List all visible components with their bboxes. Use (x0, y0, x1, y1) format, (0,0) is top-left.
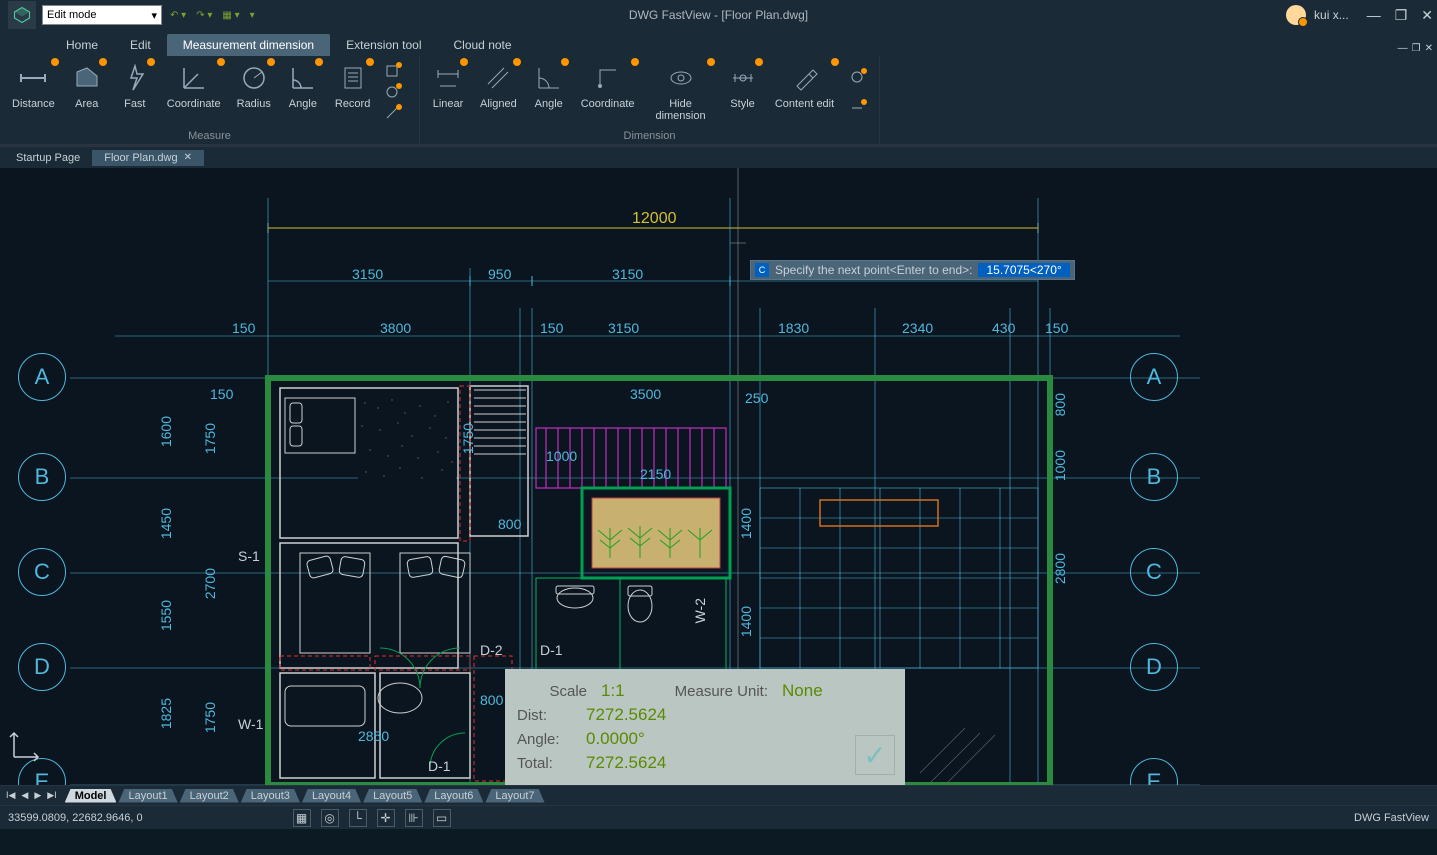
doc-restore-button[interactable]: ❐ (1412, 43, 1421, 54)
status-coordinates: 33599.0809, 22682.9646, 0 (8, 812, 143, 824)
aligned-icon (482, 62, 514, 94)
dim-style-button[interactable]: Style (719, 58, 767, 126)
dim-content-edit-button[interactable]: Content edit (767, 58, 843, 126)
maximize-button[interactable]: ❐ (1395, 7, 1408, 24)
distance-icon (17, 62, 49, 94)
dim-linear-button[interactable]: Linear (424, 58, 472, 126)
status-ortho-toggle[interactable]: └ (349, 809, 367, 827)
measure-distance-button[interactable]: Distance (4, 58, 63, 126)
dim-aux2-button[interactable] (847, 99, 867, 117)
layout-tab-1[interactable]: Layout1 (118, 789, 177, 803)
layout-tab-3[interactable]: Layout3 (241, 789, 300, 803)
radius-icon (238, 62, 270, 94)
status-brand: DWG FastView (1354, 812, 1429, 824)
measure-radius-button[interactable]: Radius (229, 58, 279, 126)
dim-coordinate-button[interactable]: Coordinate (573, 58, 643, 126)
prompt-icon: C (755, 263, 769, 277)
close-button[interactable]: ✕ (1421, 7, 1433, 24)
dist-value: 7272.5624 (586, 705, 666, 725)
coordinate-icon (178, 62, 210, 94)
scale-value: 1:1 (601, 681, 625, 701)
angle-label: Angle: (517, 731, 572, 748)
menu-extension-tool[interactable]: Extension tool (330, 34, 437, 56)
user-avatar[interactable] (1286, 5, 1306, 25)
prompt-text: Specify the next point<Enter to end>: (775, 263, 972, 277)
layout-tab-6[interactable]: Layout6 (424, 789, 483, 803)
record-icon (337, 62, 369, 94)
style-icon (727, 62, 759, 94)
angle-value: 0.0000° (586, 729, 645, 749)
scale-label: Scale (517, 683, 587, 700)
dim-coordinate-icon (592, 62, 624, 94)
redo-button[interactable]: ↷ ▾ (196, 10, 212, 21)
app-logo[interactable] (8, 1, 36, 29)
tab-floor-plan[interactable]: Floor Plan.dwg✕ (92, 150, 204, 166)
unit-label: Measure Unit: (675, 683, 768, 700)
brush-button[interactable]: ▦ ▾ (222, 10, 239, 21)
layout-tab-2[interactable]: Layout2 (180, 789, 239, 803)
measure-result-panel: Scale 1:1 Measure Unit: None Dist: 7272.5… (505, 669, 905, 785)
measure-aux2-button[interactable] (382, 83, 402, 101)
tab-startup-page[interactable]: Startup Page (4, 150, 92, 166)
hide-icon (665, 62, 697, 94)
layout-tab-model[interactable]: Model (65, 789, 117, 803)
menu-home[interactable]: Home (50, 34, 114, 56)
user-name[interactable]: kui x... (1314, 8, 1349, 22)
dim-aux1-button[interactable] (847, 68, 867, 86)
measure-angle-button[interactable]: Angle (279, 58, 327, 126)
mode-text: Edit mode (47, 9, 97, 21)
layout-tab-4[interactable]: Layout4 (302, 789, 361, 803)
measure-fast-button[interactable]: Fast (111, 58, 159, 126)
measure-confirm-button[interactable]: ✓ (855, 735, 895, 775)
measure-aux1-button[interactable] (382, 62, 402, 80)
menu-edit[interactable]: Edit (114, 34, 167, 56)
dimension-group-title: Dimension (420, 128, 879, 144)
layout-next-button[interactable]: ▶ (32, 790, 43, 801)
angle-icon (287, 62, 319, 94)
measure-aux3-button[interactable] (382, 104, 402, 122)
status-selection-toggle[interactable]: ▭ (433, 809, 451, 827)
dist-label: Dist: (517, 707, 572, 724)
dim-hide-button[interactable]: Hide dimension (643, 58, 719, 126)
dim-aligned-button[interactable]: Aligned (472, 58, 525, 126)
measure-coordinate-button[interactable]: Coordinate (159, 58, 229, 126)
doc-close-button[interactable]: ✕ (1425, 43, 1433, 54)
qat-more[interactable]: ▾ (250, 10, 255, 21)
doc-minimize-button[interactable]: — (1398, 43, 1408, 54)
dim-angle-icon (533, 62, 565, 94)
layout-tab-7[interactable]: Layout7 (485, 789, 544, 803)
menu-cloud-note[interactable]: Cloud note (438, 34, 528, 56)
linear-icon (432, 62, 464, 94)
menu-measurement-dimension[interactable]: Measurement dimension (167, 34, 330, 56)
area-icon (71, 62, 103, 94)
measure-group-title: Measure (0, 128, 419, 144)
content-edit-icon (789, 62, 821, 94)
ucs-icon (6, 725, 46, 765)
undo-button[interactable]: ↶ ▾ (170, 10, 186, 21)
chevron-down-icon: ▾ (151, 9, 157, 22)
status-snap-toggle[interactable]: ◎ (321, 809, 339, 827)
prompt-value[interactable]: 15.7075<270° (978, 263, 1069, 277)
minimize-button[interactable]: — (1367, 7, 1381, 24)
unit-value: None (782, 681, 823, 701)
status-grid-toggle[interactable]: ▦ (293, 809, 311, 827)
total-value: 7272.5624 (586, 753, 666, 773)
window-title: DWG FastView - [Floor Plan.dwg] (629, 8, 808, 22)
layout-prev-button[interactable]: ◀ (19, 790, 30, 801)
measure-area-button[interactable]: Area (63, 58, 111, 126)
drawing-canvas[interactable]: A B C D E A B C D E 12000 3150 950 3150 … (0, 168, 1437, 785)
status-polar-toggle[interactable]: ✛ (377, 809, 395, 827)
layout-first-button[interactable]: I◀ (4, 790, 17, 801)
layout-tab-5[interactable]: Layout5 (363, 789, 422, 803)
close-tab-icon[interactable]: ✕ (184, 152, 192, 163)
dim-angle-button[interactable]: Angle (525, 58, 573, 126)
fast-icon (119, 62, 151, 94)
mode-combo[interactable]: Edit mode ▾ (42, 5, 162, 25)
layout-last-button[interactable]: ▶I (45, 790, 58, 801)
measure-record-button[interactable]: Record (327, 58, 378, 126)
total-label: Total: (517, 755, 572, 772)
status-osnap-toggle[interactable]: ⊪ (405, 809, 423, 827)
command-prompt[interactable]: C Specify the next point<Enter to end>: … (750, 260, 1075, 280)
